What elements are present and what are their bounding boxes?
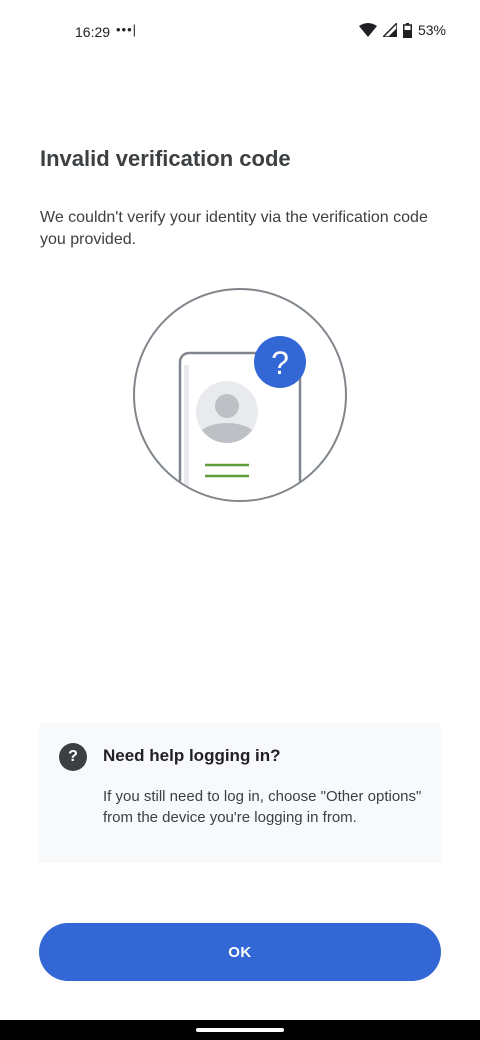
navigation-bar [0, 1020, 480, 1040]
notification-dots: •••| [116, 22, 138, 37]
question-badge-glyph: ? [271, 345, 289, 381]
status-icons: 53% [358, 22, 446, 38]
help-circle-icon: ? [59, 743, 87, 771]
help-body: If you still need to log in, choose "Oth… [103, 788, 422, 826]
home-gesture-handle[interactable] [196, 1028, 284, 1032]
battery-percent: 53% [417, 22, 446, 38]
battery-icon [402, 22, 412, 38]
question-badge-icon: ? [254, 336, 306, 388]
status-bar: 16:29 •••| 53% [0, 0, 480, 62]
status-time: 16:29 [75, 24, 111, 40]
wifi-icon [358, 23, 377, 37]
ok-button[interactable]: OK [39, 923, 441, 981]
help-title: Need help logging in? [103, 746, 281, 765]
page-title: Invalid verification code [40, 146, 291, 171]
help-card: ? Need help logging in? If you still nee… [39, 723, 441, 863]
verification-illustration: ? [133, 288, 347, 502]
cell-signal-icon [382, 23, 397, 37]
page-subtitle: We couldn't verify your identity via the… [40, 209, 428, 248]
